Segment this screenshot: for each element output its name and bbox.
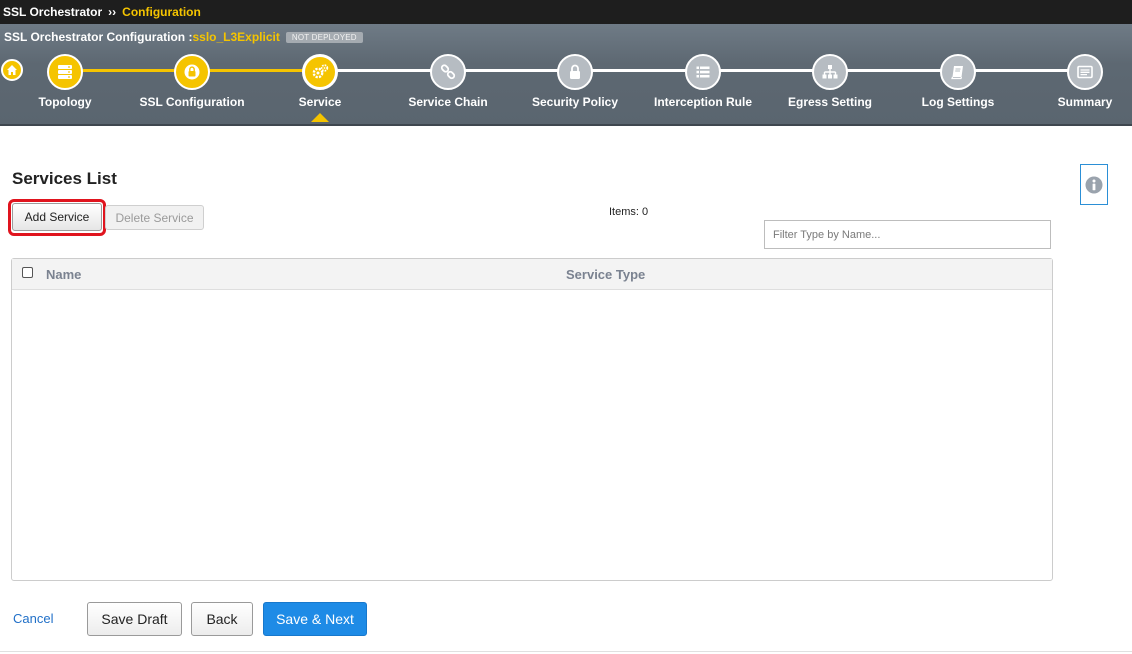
deploy-status-badge: NOT DEPLOYED bbox=[285, 32, 363, 43]
breadcrumb-separator: ›› bbox=[108, 5, 117, 19]
config-title-prefix: SSL Orchestrator Configuration : bbox=[4, 30, 193, 44]
config-name: sslo_L3Explicit bbox=[192, 30, 280, 44]
breadcrumb-current: Configuration bbox=[122, 5, 201, 19]
lock-badge-icon bbox=[184, 64, 200, 80]
step-label: SSL Configuration bbox=[139, 95, 245, 109]
items-count-label: Items: bbox=[609, 206, 639, 218]
page-title: Services List bbox=[12, 169, 117, 188]
wizard-step-ssl-configuration[interactable]: SSL Configuration bbox=[127, 54, 257, 109]
lock-icon bbox=[570, 64, 580, 79]
sitemap-icon bbox=[822, 65, 838, 79]
config-title: SSL Orchestrator Configuration :sslo_L3E… bbox=[4, 30, 363, 44]
step-circle bbox=[430, 54, 466, 90]
step-label: Service bbox=[298, 95, 342, 109]
annotation-highlight-box bbox=[8, 199, 106, 236]
step-label: Summary bbox=[1057, 95, 1113, 109]
cancel-link[interactable]: Cancel bbox=[13, 611, 53, 626]
step-circle bbox=[47, 54, 83, 90]
summary-icon bbox=[1077, 65, 1093, 79]
services-table: Name Service Type bbox=[11, 258, 1053, 581]
wizard-step-summary[interactable]: Summary bbox=[1020, 54, 1132, 109]
items-count: Items: 0 bbox=[609, 206, 648, 218]
items-count-value: 0 bbox=[641, 206, 649, 218]
info-icon bbox=[1085, 176, 1103, 193]
breadcrumb: SSL Orchestrator ›› Configuration bbox=[0, 0, 1132, 24]
wizard-step-service[interactable]: Service bbox=[255, 54, 385, 122]
wizard-step-service-chain[interactable]: Service Chain bbox=[383, 54, 513, 109]
step-circle bbox=[1067, 54, 1103, 90]
back-button[interactable]: Back bbox=[191, 602, 253, 636]
step-label: Topology bbox=[38, 95, 92, 109]
step-circle bbox=[557, 54, 593, 90]
step-circle bbox=[685, 54, 721, 90]
step-circle bbox=[940, 54, 976, 90]
list-icon bbox=[696, 66, 710, 78]
wizard-header: SSL Orchestrator Configuration :sslo_L3E… bbox=[0, 24, 1132, 126]
save-next-button[interactable]: Save & Next bbox=[263, 602, 367, 636]
step-label: Egress Setting bbox=[787, 95, 873, 109]
link-icon bbox=[440, 64, 456, 80]
step-label: Security Policy bbox=[531, 95, 619, 109]
step-label: Interception Rule bbox=[653, 95, 752, 109]
wizard-step-interception-rule[interactable]: Interception Rule bbox=[638, 54, 768, 109]
wizard-step-security-policy[interactable]: Security Policy bbox=[510, 54, 640, 109]
info-button[interactable] bbox=[1080, 164, 1108, 205]
save-draft-button[interactable]: Save Draft bbox=[87, 602, 182, 636]
step-label: Log Settings bbox=[921, 95, 995, 109]
filter-input[interactable] bbox=[764, 220, 1051, 249]
step-label: Service Chain bbox=[408, 95, 488, 109]
table-header: Name Service Type bbox=[12, 259, 1052, 290]
delete-service-button: Delete Service bbox=[105, 205, 204, 230]
current-step-pointer bbox=[311, 113, 329, 122]
wizard-step-log-settings[interactable]: Log Settings bbox=[893, 54, 1023, 109]
step-circle bbox=[812, 54, 848, 90]
server-icon bbox=[58, 65, 72, 79]
book-icon bbox=[951, 66, 963, 80]
breadcrumb-root[interactable]: SSL Orchestrator bbox=[3, 5, 102, 19]
step-circle bbox=[302, 54, 338, 90]
column-header-service-type[interactable]: Service Type bbox=[566, 267, 645, 282]
select-all-checkbox[interactable] bbox=[22, 267, 33, 278]
wizard-step-egress-setting[interactable]: Egress Setting bbox=[765, 54, 895, 109]
step-circle bbox=[174, 54, 210, 90]
wizard-step-topology[interactable]: Topology bbox=[0, 54, 130, 109]
divider bbox=[0, 651, 1132, 652]
gears-icon bbox=[312, 64, 329, 79]
column-header-name[interactable]: Name bbox=[46, 267, 81, 282]
